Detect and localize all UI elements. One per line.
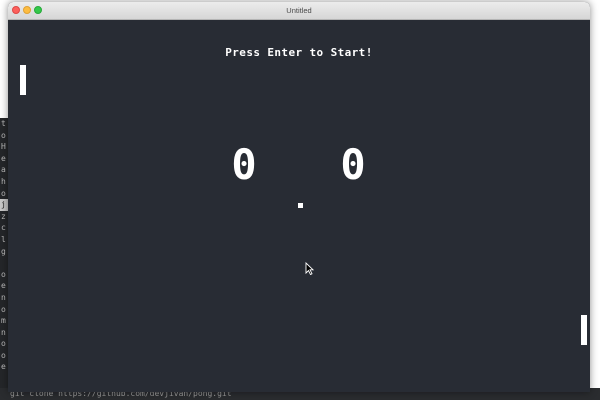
title-bar[interactable]: Untitled: [8, 2, 590, 20]
game-window[interactable]: Untitled Press Enter to Start! 0 0: [8, 2, 590, 392]
game-canvas[interactable]: Press Enter to Start! 0 0: [8, 20, 590, 392]
right-player-score: 0: [340, 140, 366, 189]
start-message: Press Enter to Start!: [225, 46, 373, 59]
ball: [298, 203, 303, 208]
window-title: Untitled: [286, 6, 312, 15]
mouse-cursor-icon: [305, 262, 314, 275]
left-player-score: 0: [231, 140, 257, 189]
right-paddle: [581, 315, 587, 345]
desktop-screen: toHeahojzclgoenomnooe git clone https://…: [0, 0, 600, 400]
left-paddle: [20, 65, 26, 95]
